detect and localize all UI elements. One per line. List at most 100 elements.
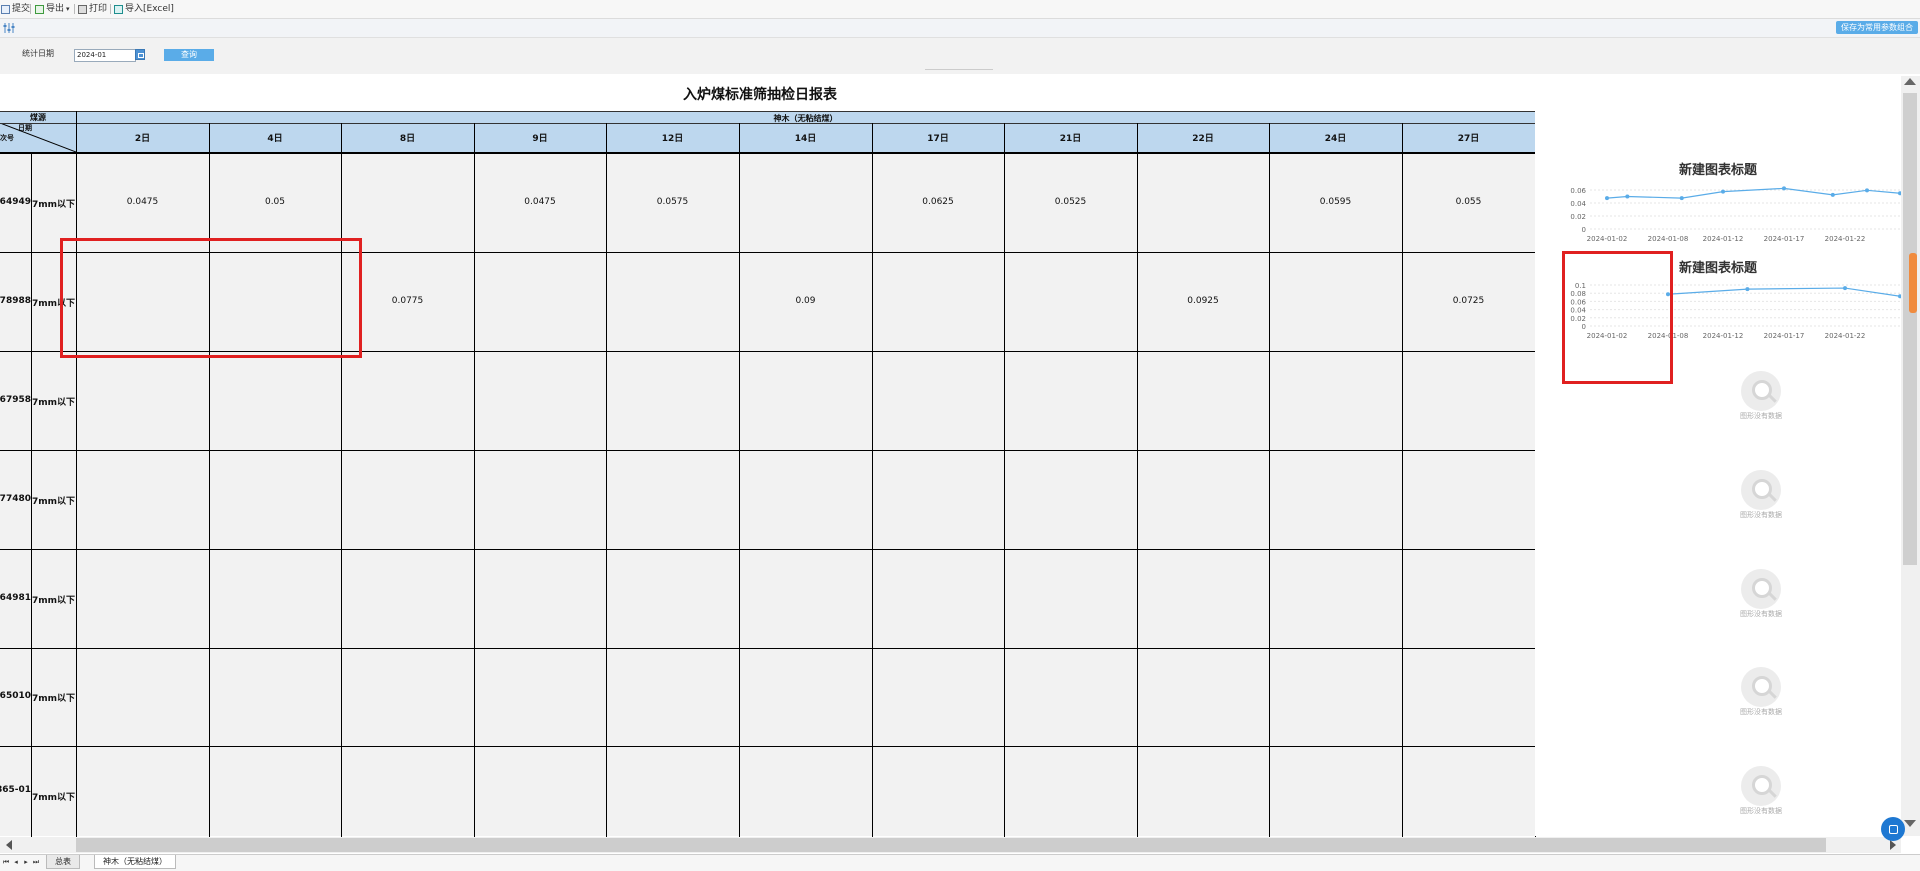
no-data-text: 图形没有数据 bbox=[1740, 511, 1782, 519]
panel-splitter[interactable] bbox=[925, 69, 993, 74]
day-header: 21日 bbox=[1059, 134, 1082, 144]
no-data-icon bbox=[1741, 371, 1781, 411]
x-tick-label: 2024-01-17 bbox=[1764, 235, 1805, 243]
data-point bbox=[1745, 287, 1750, 292]
next-sheet-icon[interactable]: ▸ bbox=[22, 858, 30, 866]
last-sheet-icon[interactable]: ⏭ bbox=[32, 858, 40, 866]
no-data-text: 图形没有数据 bbox=[1740, 610, 1782, 618]
series-line bbox=[1667, 287, 1901, 297]
chart-title: 新建图表标题 bbox=[1678, 163, 1757, 178]
corner-diagonal bbox=[0, 123, 76, 152]
day-header: 2日 bbox=[134, 134, 151, 144]
submit-label: 提交 bbox=[12, 4, 31, 14]
day-header: 12日 bbox=[661, 134, 684, 144]
day-header: 4日 bbox=[267, 134, 283, 144]
parameter-toolbar bbox=[0, 19, 1920, 38]
x-tick-label: 2024-01-17 bbox=[1764, 332, 1805, 340]
sheet-tab-shenmu[interactable]: 神木（无粘结煤） bbox=[94, 855, 176, 869]
toolbar: 提交 导出 ▾ 打印 导入[Excel] bbox=[0, 0, 1920, 19]
batch-header: 次号 bbox=[0, 134, 14, 142]
data-point bbox=[1843, 286, 1847, 291]
empty-chart: 图形没有数据 bbox=[1731, 667, 1791, 717]
line-chart: 0.06 0.04 0.02 02024-01-02 2024-01-08 2024-01… bbox=[1570, 186, 1901, 243]
calendar-icon[interactable] bbox=[135, 49, 145, 60]
sheet-tab-bar bbox=[0, 854, 1920, 871]
data-point bbox=[1679, 196, 1684, 201]
x-tick-label: 2024-01-22 bbox=[1825, 235, 1866, 243]
submit-button[interactable]: 提交 bbox=[1, 0, 30, 18]
horizontal-scroll-thumb[interactable] bbox=[76, 838, 1826, 852]
export-button[interactable]: 导出 ▾ bbox=[35, 0, 70, 18]
scroll-right-icon[interactable] bbox=[1890, 840, 1896, 850]
day-header: 17日 bbox=[927, 134, 949, 144]
no-data-text: 图形没有数据 bbox=[1740, 708, 1782, 716]
vertical-scroll-thumb[interactable] bbox=[1903, 93, 1917, 565]
x-tick-label: 2024-01-22 bbox=[1825, 332, 1866, 340]
sheet-tab-summary[interactable]: 总表 bbox=[46, 855, 80, 869]
no-data-icon bbox=[1741, 667, 1781, 707]
export-label: 导出 bbox=[46, 4, 65, 14]
empty-chart: 图形没有数据 bbox=[1731, 470, 1791, 520]
x-tick-label: 2024-01-08 bbox=[1648, 235, 1689, 243]
import-excel-button[interactable]: 导入[Excel] bbox=[114, 0, 174, 18]
y-tick-label: 0.06 bbox=[1570, 187, 1586, 195]
y-tick-label: 0.02 bbox=[1570, 213, 1586, 221]
excel-icon bbox=[114, 4, 123, 14]
floating-action-button[interactable] bbox=[1881, 817, 1905, 841]
print-button[interactable]: 打印 bbox=[78, 0, 107, 18]
data-point bbox=[1865, 188, 1869, 193]
save-preset-button[interactable]: 保存为常用参数组合 bbox=[1836, 21, 1918, 34]
first-sheet-icon[interactable]: ⏮ bbox=[2, 858, 10, 866]
x-tick-label: 2024-01-12 bbox=[1703, 332, 1744, 340]
date-label: 统计日期 bbox=[22, 49, 54, 58]
y-tick-label: 0 bbox=[1582, 226, 1586, 234]
date-input[interactable]: 2024-01 bbox=[74, 49, 136, 62]
day-header: 24日 bbox=[1324, 134, 1347, 144]
day-header: 27日 bbox=[1457, 134, 1480, 144]
export-icon bbox=[35, 4, 44, 14]
toolbar-separator bbox=[74, 4, 75, 14]
no-data-icon bbox=[1741, 766, 1781, 806]
data-point bbox=[1605, 196, 1609, 201]
x-tick-label: 2024-01-12 bbox=[1703, 235, 1744, 243]
table-header bbox=[0, 111, 1535, 152]
print-label: 打印 bbox=[89, 4, 108, 14]
query-button[interactable]: 查询 bbox=[164, 49, 214, 61]
import-excel-label: 导入[Excel] bbox=[125, 4, 174, 14]
date-header: 日期 bbox=[18, 124, 32, 132]
empty-chart: 图形没有数据 bbox=[1731, 371, 1791, 421]
toolbar-separator bbox=[110, 4, 111, 14]
no-data-icon bbox=[1741, 569, 1781, 609]
coal-source-header: 煤源 bbox=[30, 113, 46, 122]
data-point bbox=[1721, 189, 1725, 194]
coal-source-name: 神木（无粘结煤） bbox=[773, 114, 838, 123]
highlight-box bbox=[1562, 251, 1673, 384]
no-data-text: 图形没有数据 bbox=[1740, 412, 1782, 420]
day-header: 8日 bbox=[399, 134, 416, 144]
scroll-down-icon[interactable] bbox=[1904, 820, 1916, 827]
day-header: 9日 bbox=[532, 134, 548, 144]
scroll-up-icon[interactable] bbox=[1904, 78, 1916, 85]
chevron-down-icon: ▾ bbox=[66, 5, 70, 13]
filter-settings-icon[interactable] bbox=[3, 22, 15, 34]
day-header: 22日 bbox=[1192, 134, 1214, 144]
highlight-box bbox=[60, 238, 362, 358]
grid-line bbox=[0, 123, 1535, 124]
empty-chart: 图形没有数据 bbox=[1731, 766, 1791, 816]
y-tick-label: 0.04 bbox=[1570, 200, 1586, 208]
data-point bbox=[1782, 186, 1786, 191]
report-title: 入炉煤标准筛抽检日报表 bbox=[683, 87, 837, 103]
prev-sheet-icon[interactable]: ◂ bbox=[12, 858, 20, 866]
no-data-text: 图形没有数据 bbox=[1740, 807, 1782, 815]
data-point bbox=[1625, 194, 1630, 199]
empty-chart: 图形没有数据 bbox=[1731, 569, 1791, 619]
x-tick-label: 2024-01-02 bbox=[1587, 235, 1628, 243]
day-header: 14日 bbox=[794, 134, 817, 144]
printer-icon bbox=[78, 4, 87, 14]
scroll-indicator[interactable] bbox=[1909, 253, 1917, 313]
scroll-left-icon[interactable] bbox=[6, 840, 12, 850]
submit-icon bbox=[1, 4, 10, 14]
toolbar-separator bbox=[30, 4, 31, 14]
no-data-icon bbox=[1741, 470, 1781, 510]
grid-line bbox=[0, 111, 1535, 112]
